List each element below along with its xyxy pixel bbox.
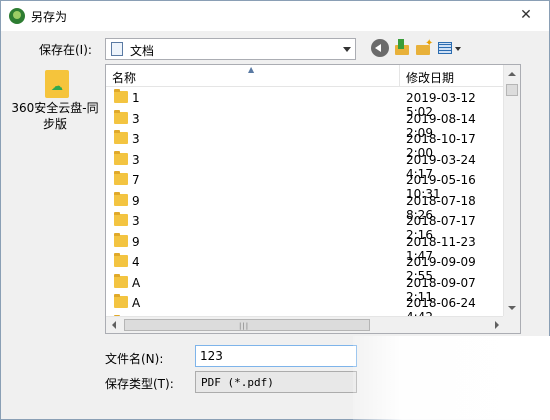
folder-icon [114,171,128,185]
file-name: A [132,296,141,310]
up-arrow-icon [398,39,404,49]
horizontal-scrollbar[interactable]: ||| [106,316,505,333]
scroll-up-icon[interactable] [504,65,520,82]
file-name: 9 [132,234,140,249]
app-icon [9,8,25,24]
view-menu-button[interactable] [437,39,463,57]
column-header-date[interactable]: 修改日期 [400,65,505,87]
file-rows: 1 2019-03-12 5:02 3 2019-08-14 2:09 3 2018-10… [106,87,505,333]
column-header-name-label: 名称 [112,71,137,85]
list-item[interactable]: A 2018-09-07 2:11 [106,272,505,304]
list-item[interactable]: 4 2019-09-09 2:55 [106,251,505,283]
horizontal-scroll-thumb[interactable]: ||| [124,319,370,331]
documents-icon [111,42,123,56]
folder-icon [114,130,128,144]
folder-icon [114,212,128,226]
folder-icon [114,89,128,103]
column-header-name[interactable]: 名称 ▲ [106,65,400,87]
folder-icon [114,109,128,124]
chevron-down-icon [343,47,351,52]
grip-icon: ||| [239,322,250,330]
file-name: 3 [132,111,140,126]
faded-overlay [353,336,550,420]
list-item[interactable]: 3 2019-03-24 4:17 [106,149,505,181]
list-item[interactable]: 1 2019-03-12 5:02 [106,87,505,119]
place-label: 360安全云盘-同步版 [11,101,99,131]
up-folder-button[interactable] [393,39,411,57]
file-name: 4 [132,255,140,269]
file-name: 9 [132,193,140,208]
file-type-value: PDF (*.pdf) [201,376,274,389]
folder-icon [114,273,128,288]
file-name: A [132,275,141,290]
list-item[interactable]: 3 2019-08-14 2:09 [106,108,505,140]
sort-up-icon: ▲ [248,65,255,74]
save-in-label: 保存在(I): [39,43,92,57]
file-name-label: 文件名(N): [105,352,164,366]
file-name: 1 [132,91,140,105]
file-name: 3 [132,132,140,146]
scrollbar-corner [503,316,520,333]
sparkle-icon: ✦ [425,38,434,49]
file-list: 名称 ▲ 修改日期 1 2019-03-12 5:02 3 2019-08-14 2:… [105,64,521,334]
save-as-dialog: 另存为 ✕ 保存在(I): 文档 ✦ 360安全云盘-同步版 名称 ▲ 修改日期… [0,0,550,420]
scroll-down-icon[interactable] [504,300,520,317]
list-item[interactable]: A2018-06-24 4:42 [106,292,505,324]
vertical-scrollbar[interactable] [503,65,520,317]
back-button[interactable] [371,39,389,57]
close-button[interactable]: ✕ [511,5,541,25]
file-type-select[interactable]: PDF (*.pdf) [195,371,357,393]
scroll-left-icon[interactable] [106,317,123,333]
file-name: 3 [132,214,140,228]
save-in-value: 文档 [130,44,155,58]
folder-icon [114,150,128,165]
list-item[interactable]: 9 2018-07-18 8:26 [106,190,505,222]
places-bar: 360安全云盘-同步版 [9,64,101,164]
list-item[interactable]: 3 2018-07-17 2:16 [106,210,505,242]
file-name-input[interactable] [195,345,357,367]
folder-icon [114,253,128,267]
file-name: 3 [132,152,140,167]
list-item[interactable]: 7 2019-05-16 10:31 [106,169,505,201]
window-title: 另存为 [31,10,68,24]
folder-icon [114,191,128,206]
view-grid-icon [438,42,452,54]
folder-icon [114,232,128,247]
column-header-date-label: 修改日期 [406,71,455,85]
folder-icon [114,294,128,308]
vertical-scroll-thumb[interactable] [506,84,518,96]
list-item[interactable]: 3 2018-10-17 2:00 [106,128,505,160]
save-in-dropdown[interactable]: 文档 [105,38,356,60]
new-folder-button[interactable]: ✦ [415,39,433,57]
list-item[interactable]: 9 2018-11-23 1:47 [106,231,505,263]
chevron-down-icon [455,47,461,51]
file-type-label: 保存类型(T): [105,377,174,391]
file-name: 7 [132,173,140,187]
title-bar: 另存为 ✕ [1,1,549,31]
cloud-drive-icon [45,70,69,98]
